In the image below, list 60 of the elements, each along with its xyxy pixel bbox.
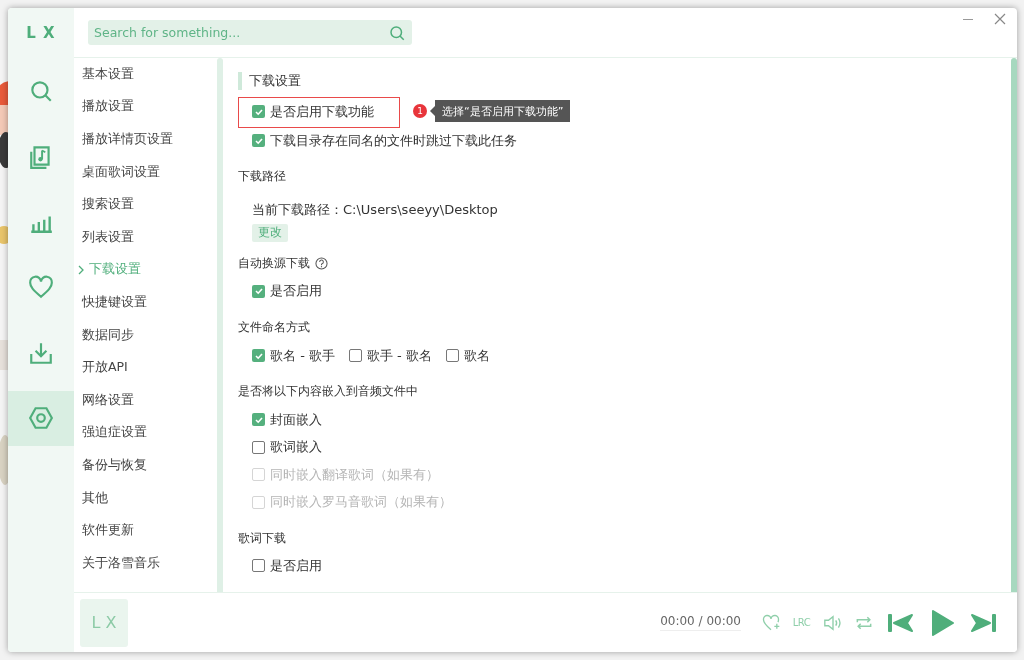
step-badge: 1 [413, 104, 427, 118]
download-path-text: 当前下载路径：C:\Users\seeyy\Desktop [252, 200, 499, 219]
checkbox[interactable] [348, 349, 362, 363]
checkbox-label: 同时嵌入翻译歌词（如果有） [270, 465, 439, 484]
settings-menu-item[interactable]: 网络设置 [74, 383, 217, 417]
tooltip: 选择“是否启用下载功能” [430, 100, 571, 122]
checkbox-label: 是否启用 [270, 282, 322, 301]
settings-menu-item[interactable]: 软件更新 [74, 514, 217, 547]
player-logo: L X [80, 598, 128, 647]
settings-menu-item[interactable]: 播放详情页设置 [74, 123, 217, 156]
settings-menu-item[interactable]: 桌面歌词设置 [74, 155, 217, 189]
section-title: 文件命名方式 [238, 319, 310, 335]
settings-menu-item[interactable]: 播放设置 [74, 90, 217, 124]
checkbox[interactable] [252, 349, 265, 363]
checkbox[interactable] [445, 349, 459, 363]
checkbox[interactable] [252, 440, 265, 454]
close-icon[interactable] [993, 12, 1007, 26]
checkbox[interactable] [252, 284, 265, 298]
play-icon [929, 608, 955, 637]
settings-menu-item[interactable]: 开放API [74, 351, 217, 384]
checkbox[interactable] [252, 134, 265, 148]
section-title: 歌词下载 [238, 530, 286, 546]
checkbox[interactable] [252, 559, 265, 573]
checkbox-label: 同时嵌入罗马音歌词（如果有） [270, 493, 452, 512]
settings-menu-item[interactable]: 基本设置 [74, 58, 217, 91]
settings-menu-item[interactable]: 列表设置 [74, 220, 217, 254]
checkbox-label: 是否启用下载功能 [270, 102, 374, 121]
app-logo: L X [26, 24, 56, 42]
settings-menu-item[interactable]: 数据同步 [74, 318, 217, 352]
settings-icon [28, 405, 54, 431]
checkbox-label: 歌名 [463, 347, 490, 365]
search-field[interactable]: Search for something... [88, 20, 412, 45]
checkbox-label: 歌名 - 歌手 [270, 347, 335, 365]
playback-time: 00:00 / 00:00 [660, 614, 741, 631]
settings-menu-item[interactable]: 关于洛雪音乐 [74, 546, 217, 580]
nav-button[interactable] [8, 390, 74, 446]
settings-menu-item[interactable]: 其他 [74, 481, 217, 515]
next-icon [970, 611, 998, 634]
volume-icon [821, 612, 844, 633]
scrollbar[interactable] [1011, 58, 1017, 592]
section-title: 下载路径 [238, 169, 286, 185]
favorite-icon [760, 612, 781, 633]
help-icon[interactable] [315, 257, 328, 271]
checkbox[interactable] [252, 105, 265, 119]
heart-icon [28, 274, 54, 300]
checkbox[interactable] [252, 413, 265, 427]
settings-menu-item[interactable]: 强迫症设置 [74, 416, 217, 450]
checkbox-label: 封面嵌入 [270, 410, 322, 429]
section-title: 是否将以下内容嵌入到音频文件中 [238, 384, 418, 400]
chevron-icon [77, 264, 85, 275]
checkbox-label: 歌手 - 歌名 [366, 347, 432, 365]
checkbox-label: 歌词嵌入 [270, 438, 322, 457]
previous-icon [886, 611, 914, 634]
section-title: 自动换源下载 [238, 256, 310, 272]
settings-menu-item[interactable]: 备份与恢复 [74, 449, 217, 482]
settings-menu-item[interactable]: 快捷键设置 [74, 286, 217, 319]
settings-menu-item[interactable]: 搜索设置 [74, 188, 217, 221]
checkbox-label: 是否启用 [270, 556, 322, 575]
checkbox-label: 下载目录存在同名的文件时跳过下载此任务 [270, 131, 517, 150]
search-icon[interactable] [388, 23, 406, 42]
